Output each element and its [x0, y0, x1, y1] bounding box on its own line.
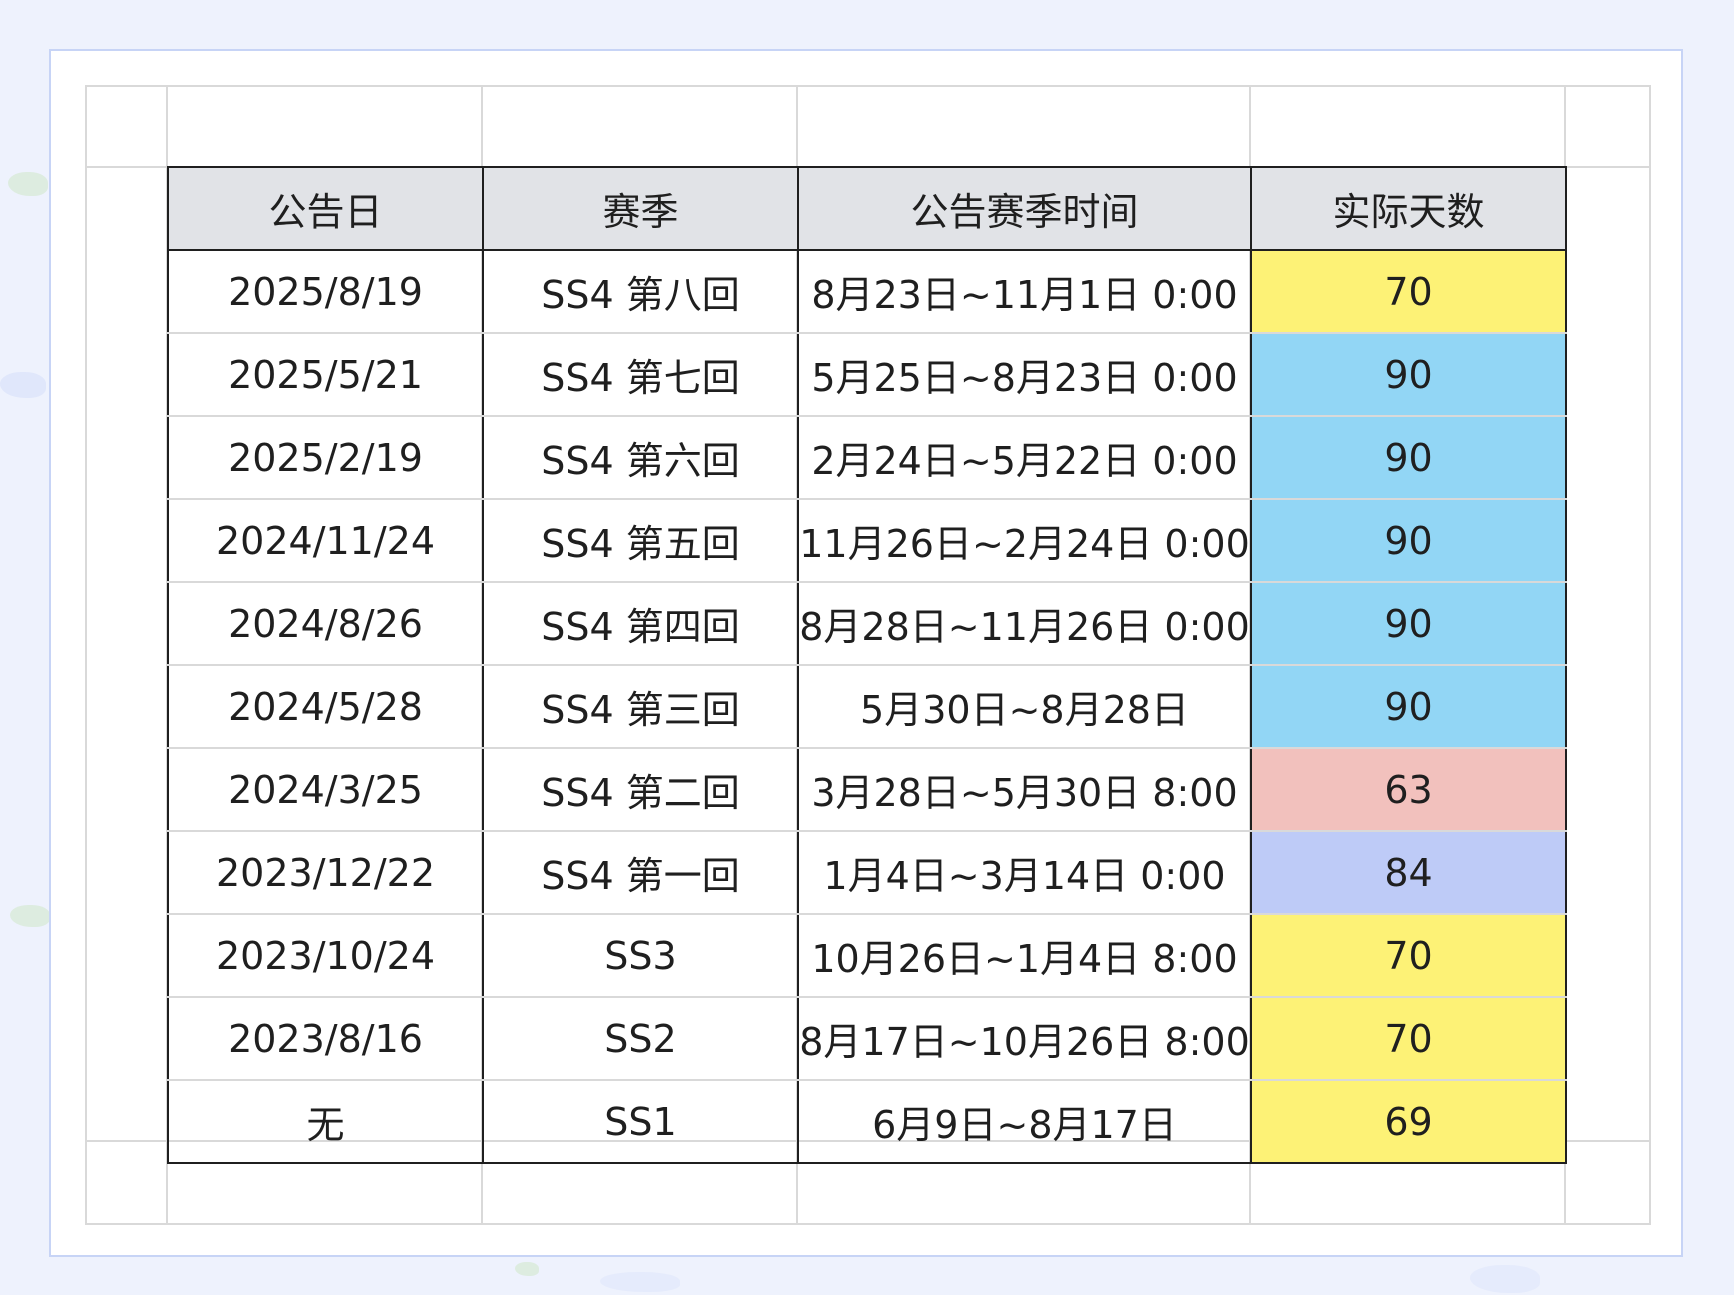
decorative-leaf: [600, 1272, 680, 1292]
decorative-leaf: [515, 1262, 539, 1276]
season-table: 公告日 赛季 公告赛季时间 实际天数 2025/8/19 SS4 第八回 8月2…: [167, 166, 1567, 1164]
cell-actual-days[interactable]: 70: [1250, 996, 1567, 1081]
cell-actual-days[interactable]: 70: [1250, 913, 1567, 998]
cell-announce-date[interactable]: 2025/8/19: [167, 249, 484, 334]
cell-announce-date[interactable]: 2024/11/24: [167, 498, 484, 583]
cell-season-period[interactable]: 11月26日~2月24日 0:00: [797, 498, 1252, 583]
decorative-leaf: [1470, 1265, 1540, 1293]
cell-announce-date[interactable]: 无: [167, 1079, 484, 1164]
cell-season[interactable]: SS4 第七回: [482, 332, 799, 417]
header-actual-days[interactable]: 实际天数: [1250, 166, 1567, 251]
header-season[interactable]: 赛季: [482, 166, 799, 251]
header-season-period[interactable]: 公告赛季时间: [797, 166, 1252, 251]
cell-actual-days[interactable]: 63: [1250, 747, 1567, 832]
decorative-leaf: [8, 172, 48, 196]
cell-announce-date[interactable]: 2024/3/25: [167, 747, 484, 832]
cell-announce-date[interactable]: 2023/12/22: [167, 830, 484, 915]
decorative-leaf: [0, 372, 46, 398]
cell-season[interactable]: SS4 第八回: [482, 249, 799, 334]
grid-line: [85, 1223, 1651, 1225]
table-row: 2025/5/21 SS4 第七回 5月25日~8月23日 0:00 90: [167, 332, 1567, 417]
cell-season[interactable]: SS4 第三回: [482, 664, 799, 749]
cell-season[interactable]: SS4 第四回: [482, 581, 799, 666]
cell-actual-days[interactable]: 70: [1250, 249, 1567, 334]
cell-announce-date[interactable]: 2024/5/28: [167, 664, 484, 749]
cell-actual-days[interactable]: 69: [1250, 1079, 1567, 1164]
cell-season-period[interactable]: 6月9日~8月17日: [797, 1079, 1252, 1164]
header-row: 公告日 赛季 公告赛季时间 实际天数: [167, 166, 1567, 251]
cell-season-period[interactable]: 2月24日~5月22日 0:00: [797, 415, 1252, 500]
cell-season-period[interactable]: 5月30日~8月28日: [797, 664, 1252, 749]
cell-season-period[interactable]: 8月23日~11月1日 0:00: [797, 249, 1252, 334]
table-row: 2023/10/24 SS3 10月26日~1月4日 8:00 70: [167, 913, 1567, 998]
grid-line: [85, 85, 1651, 87]
table-row: 2024/5/28 SS4 第三回 5月30日~8月28日 90: [167, 664, 1567, 749]
spreadsheet-grid: 公告日 赛季 公告赛季时间 实际天数 2025/8/19 SS4 第八回 8月2…: [85, 85, 1651, 1225]
cell-actual-days[interactable]: 90: [1250, 332, 1567, 417]
cell-season[interactable]: SS1: [482, 1079, 799, 1164]
table-row: 2023/8/16 SS2 8月17日~10月26日 8:00 70: [167, 996, 1567, 1081]
cell-actual-days[interactable]: 84: [1250, 830, 1567, 915]
table-row: 2025/2/19 SS4 第六回 2月24日~5月22日 0:00 90: [167, 415, 1567, 500]
cell-announce-date[interactable]: 2023/8/16: [167, 996, 484, 1081]
grid-line: [1649, 85, 1651, 1225]
cell-announce-date[interactable]: 2023/10/24: [167, 913, 484, 998]
cell-actual-days[interactable]: 90: [1250, 498, 1567, 583]
cell-season-period[interactable]: 8月17日~10月26日 8:00: [797, 996, 1252, 1081]
header-announce-date[interactable]: 公告日: [167, 166, 484, 251]
cell-actual-days[interactable]: 90: [1250, 664, 1567, 749]
decorative-leaf: [10, 905, 50, 927]
cell-season[interactable]: SS4 第一回: [482, 830, 799, 915]
cell-actual-days[interactable]: 90: [1250, 581, 1567, 666]
cell-season[interactable]: SS3: [482, 913, 799, 998]
table-row: 无 SS1 6月9日~8月17日 69: [167, 1079, 1567, 1164]
cell-season[interactable]: SS4 第五回: [482, 498, 799, 583]
cell-season[interactable]: SS2: [482, 996, 799, 1081]
grid-line: [85, 85, 87, 1225]
cell-season[interactable]: SS4 第六回: [482, 415, 799, 500]
cell-season-period[interactable]: 1月4日~3月14日 0:00: [797, 830, 1252, 915]
cell-season-period[interactable]: 5月25日~8月23日 0:00: [797, 332, 1252, 417]
table-row: 2024/3/25 SS4 第二回 3月28日~5月30日 8:00 63: [167, 747, 1567, 832]
cell-announce-date[interactable]: 2025/2/19: [167, 415, 484, 500]
cell-season-period[interactable]: 3月28日~5月30日 8:00: [797, 747, 1252, 832]
cell-season-period[interactable]: 8月28日~11月26日 0:00: [797, 581, 1252, 666]
cell-actual-days[interactable]: 90: [1250, 415, 1567, 500]
spreadsheet-frame: 公告日 赛季 公告赛季时间 实际天数 2025/8/19 SS4 第八回 8月2…: [49, 49, 1683, 1257]
cell-announce-date[interactable]: 2025/5/21: [167, 332, 484, 417]
table-row: 2023/12/22 SS4 第一回 1月4日~3月14日 0:00 84: [167, 830, 1567, 915]
cell-season[interactable]: SS4 第二回: [482, 747, 799, 832]
table-row: 2025/8/19 SS4 第八回 8月23日~11月1日 0:00 70: [167, 249, 1567, 334]
table-row: 2024/8/26 SS4 第四回 8月28日~11月26日 0:00 90: [167, 581, 1567, 666]
cell-season-period[interactable]: 10月26日~1月4日 8:00: [797, 913, 1252, 998]
table-row: 2024/11/24 SS4 第五回 11月26日~2月24日 0:00 90: [167, 498, 1567, 583]
cell-announce-date[interactable]: 2024/8/26: [167, 581, 484, 666]
